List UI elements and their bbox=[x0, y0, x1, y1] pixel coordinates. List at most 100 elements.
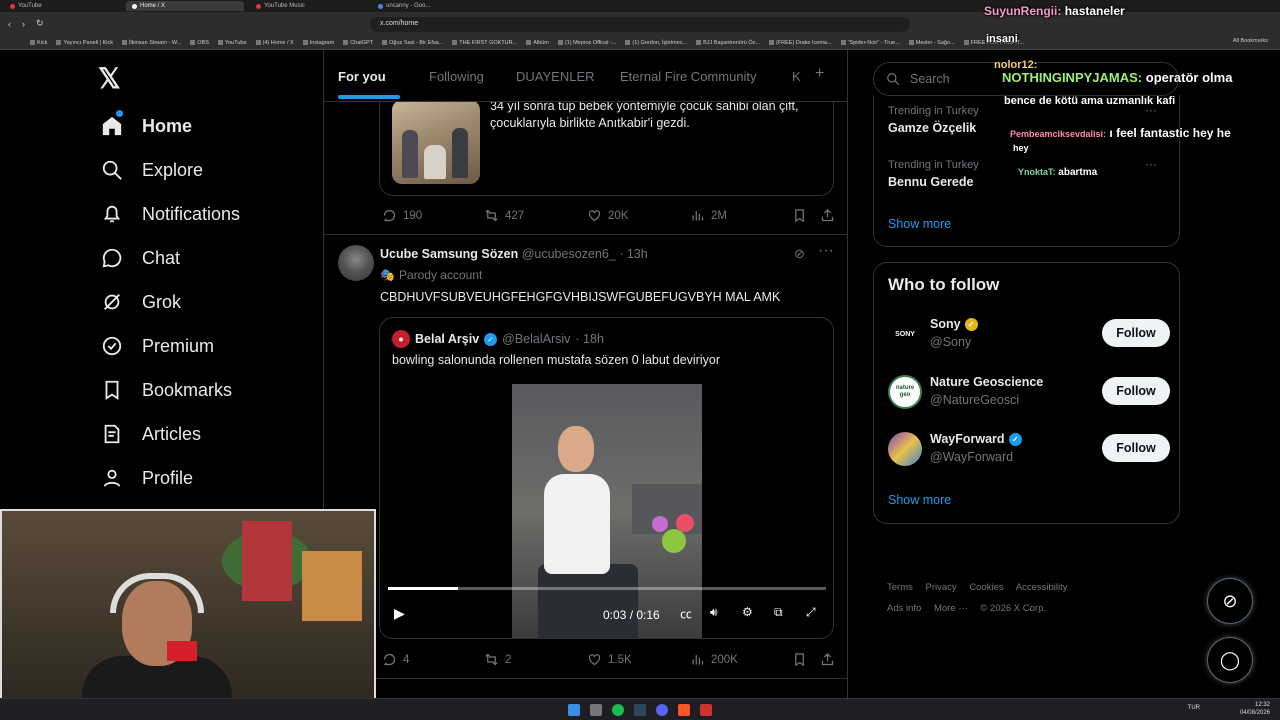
tab-google[interactable]: uncanny - Goo... bbox=[372, 1, 442, 11]
grok-icon[interactable]: ⊘ bbox=[794, 246, 805, 262]
sidebar-item-home[interactable]: Home bbox=[100, 114, 192, 138]
settings-icon[interactable]: ⚙ bbox=[742, 605, 753, 619]
pip-icon[interactable]: ⧉ bbox=[774, 605, 783, 620]
author-handle[interactable]: @ucubesozen6_ bbox=[522, 247, 616, 261]
footer-more[interactable]: More ··· bbox=[934, 603, 968, 614]
sidebar-item-articles[interactable]: Articles bbox=[100, 422, 201, 446]
bookmark-item[interactable]: OBS bbox=[190, 40, 209, 46]
follow-suggestion[interactable]: WayForward ✓ @WayForward Follow bbox=[888, 430, 1170, 470]
views-button[interactable]: 200K bbox=[690, 652, 738, 667]
bookmark-item[interactable]: (1) Gordon, İşletmec... bbox=[625, 40, 687, 46]
bookmark-item[interactable]: "Spider-Noir" - True... bbox=[840, 40, 900, 46]
bookmark-item[interactable]: Mesler - Sağo... bbox=[908, 40, 955, 46]
follow-button[interactable]: Follow bbox=[1102, 377, 1170, 405]
views-button[interactable]: 2M bbox=[690, 208, 727, 223]
sidebar-item-profile[interactable]: Profile bbox=[100, 466, 193, 490]
bookmark-item[interactable]: Instagram bbox=[302, 40, 334, 46]
bookmark-post-button[interactable] bbox=[792, 652, 807, 667]
tab-eternal-fire-community[interactable]: Eternal Fire Community bbox=[620, 69, 757, 84]
obs-icon[interactable] bbox=[700, 704, 712, 716]
tab-for-you[interactable]: For you bbox=[338, 69, 386, 84]
footer-cookies[interactable]: Cookies bbox=[969, 582, 1003, 593]
avatar[interactable] bbox=[338, 245, 374, 281]
reload-icon[interactable]: ↻ bbox=[36, 18, 44, 29]
repost-button[interactable]: 427 bbox=[484, 208, 524, 223]
sidebar-item-chat[interactable]: Chat bbox=[100, 246, 180, 270]
show-more-trends[interactable]: Show more bbox=[888, 217, 951, 231]
follow-suggestion[interactable]: nature geo Nature Geoscience @NatureGeos… bbox=[888, 373, 1170, 413]
bookmark-item[interactable]: Yayıncı Paneli | Kick bbox=[56, 40, 113, 46]
reply-button[interactable]: 4 bbox=[382, 652, 409, 667]
chat-fab-button[interactable]: ◯ bbox=[1207, 637, 1253, 683]
video-progress-bar[interactable] bbox=[388, 587, 826, 590]
fullscreen-icon[interactable]: ⤢ bbox=[806, 605, 816, 620]
bookmark-item[interactable]: BJJ Başantrenörü Öz... bbox=[696, 40, 760, 46]
tab-following[interactable]: Following bbox=[429, 69, 484, 84]
sidebar-item-grok[interactable]: Grok bbox=[100, 290, 181, 314]
bookmark-item[interactable]: YouTube bbox=[217, 40, 247, 46]
search-input[interactable]: Search bbox=[873, 62, 1179, 96]
tab-duayenler[interactable]: DUAYENLER bbox=[516, 69, 595, 84]
tab-youtube-music[interactable]: YouTube Music bbox=[250, 1, 368, 11]
bookmark-item[interactable]: Oğuz Sasi - Bir Efsa... bbox=[382, 40, 443, 46]
play-icon[interactable]: ▶ bbox=[394, 605, 405, 622]
clock[interactable]: 12:32 04/08/2026 bbox=[1240, 701, 1270, 717]
quoted-post[interactable]: ● Belal Arşiv ✓ @BelalArsiv · 18h bowlin… bbox=[379, 317, 834, 639]
like-button[interactable]: 1.5K bbox=[587, 652, 632, 667]
volume-icon[interactable]: 🔊︎ bbox=[710, 605, 718, 620]
spotify-icon[interactable] bbox=[612, 704, 624, 716]
quoted-post-previous[interactable]: 34 yıl sonra tüp bebek yöntemiyle çocuk … bbox=[379, 98, 834, 196]
like-button[interactable]: 20K bbox=[587, 208, 628, 223]
bookmark-item[interactable]: (1) Meproz Offical -... bbox=[557, 40, 616, 46]
more-icon[interactable]: ··· bbox=[818, 242, 834, 260]
add-tab-icon[interactable]: + bbox=[815, 65, 824, 83]
bookmark-item[interactable]: İlkinsan Stream - W... bbox=[122, 40, 181, 46]
bookmark-item[interactable]: ChatGPT bbox=[343, 40, 373, 46]
explorer-icon[interactable] bbox=[590, 704, 602, 716]
quoted-post-image[interactable] bbox=[392, 100, 480, 184]
discord-icon[interactable] bbox=[656, 704, 668, 716]
url-bar[interactable]: x.com/home bbox=[370, 17, 910, 32]
trend-item[interactable]: Trending in Turkey Bennu Gerede bbox=[888, 159, 979, 189]
footer-terms[interactable]: Terms bbox=[887, 582, 913, 593]
follow-button[interactable]: Follow bbox=[1102, 434, 1170, 462]
language-indicator[interactable]: TUR bbox=[1188, 705, 1200, 711]
share-button[interactable] bbox=[820, 208, 835, 223]
sidebar-item-notifications[interactable]: Notifications bbox=[100, 202, 240, 226]
bookmark-post-button[interactable] bbox=[792, 208, 807, 223]
video-player[interactable]: ▶ 0:03 / 0:16 ㏄ 🔊︎ ⚙ ⧉ ⤢ bbox=[380, 378, 833, 638]
bookmark-item[interactable]: FREE FOR PROFIT... bbox=[963, 40, 1024, 46]
bookmark-item[interactable]: (4) Home / X bbox=[255, 40, 294, 46]
footer-ads-info[interactable]: Ads info bbox=[887, 603, 921, 614]
brave-icon[interactable] bbox=[678, 704, 690, 716]
follow-button[interactable]: Follow bbox=[1102, 319, 1170, 347]
footer-privacy[interactable]: Privacy bbox=[926, 582, 957, 593]
tab-home-x[interactable]: Home / X bbox=[126, 1, 244, 11]
repost-button[interactable]: 2 bbox=[484, 652, 511, 667]
more-icon[interactable]: ··· bbox=[1145, 103, 1157, 117]
show-more-follows[interactable]: Show more bbox=[888, 493, 951, 507]
bookmark-item[interactable]: Albüm bbox=[526, 40, 549, 46]
reply-button[interactable]: 190 bbox=[382, 208, 422, 223]
trend-item[interactable]: Trending in Turkey Gamze Özçelik bbox=[888, 105, 979, 135]
bookmark-item[interactable]: Kick bbox=[30, 40, 47, 46]
tab-more[interactable]: K bbox=[792, 69, 801, 84]
follow-suggestion[interactable]: SONY Sony ✓ @Sony Follow bbox=[888, 315, 1170, 355]
share-button[interactable] bbox=[820, 652, 835, 667]
author-name[interactable]: Ucube Samsung Sözen bbox=[380, 247, 518, 261]
grok-fab-button[interactable]: ⊘ bbox=[1207, 578, 1253, 624]
sidebar-item-premium[interactable]: Premium bbox=[100, 334, 214, 358]
sidebar-item-explore[interactable]: Explore bbox=[100, 158, 203, 182]
forward-icon[interactable]: › bbox=[22, 19, 25, 29]
sidebar-item-bookmarks[interactable]: Bookmarks bbox=[100, 378, 232, 402]
post-time[interactable]: · 13h bbox=[619, 247, 648, 261]
back-icon[interactable]: ‹ bbox=[8, 19, 11, 29]
footer-accessibility[interactable]: Accessibility bbox=[1016, 582, 1068, 593]
more-icon[interactable]: ··· bbox=[1145, 157, 1157, 171]
bookmark-item[interactable]: (FREE) Drake Icema... bbox=[768, 40, 832, 46]
all-bookmarks[interactable]: All Bookmarks bbox=[1233, 38, 1268, 44]
steam-icon[interactable] bbox=[634, 704, 646, 716]
bookmark-item[interactable]: THE FIRST GOKTUR... bbox=[452, 40, 517, 46]
tab-youtube[interactable]: YouTube bbox=[4, 1, 122, 11]
start-icon[interactable] bbox=[568, 704, 580, 716]
